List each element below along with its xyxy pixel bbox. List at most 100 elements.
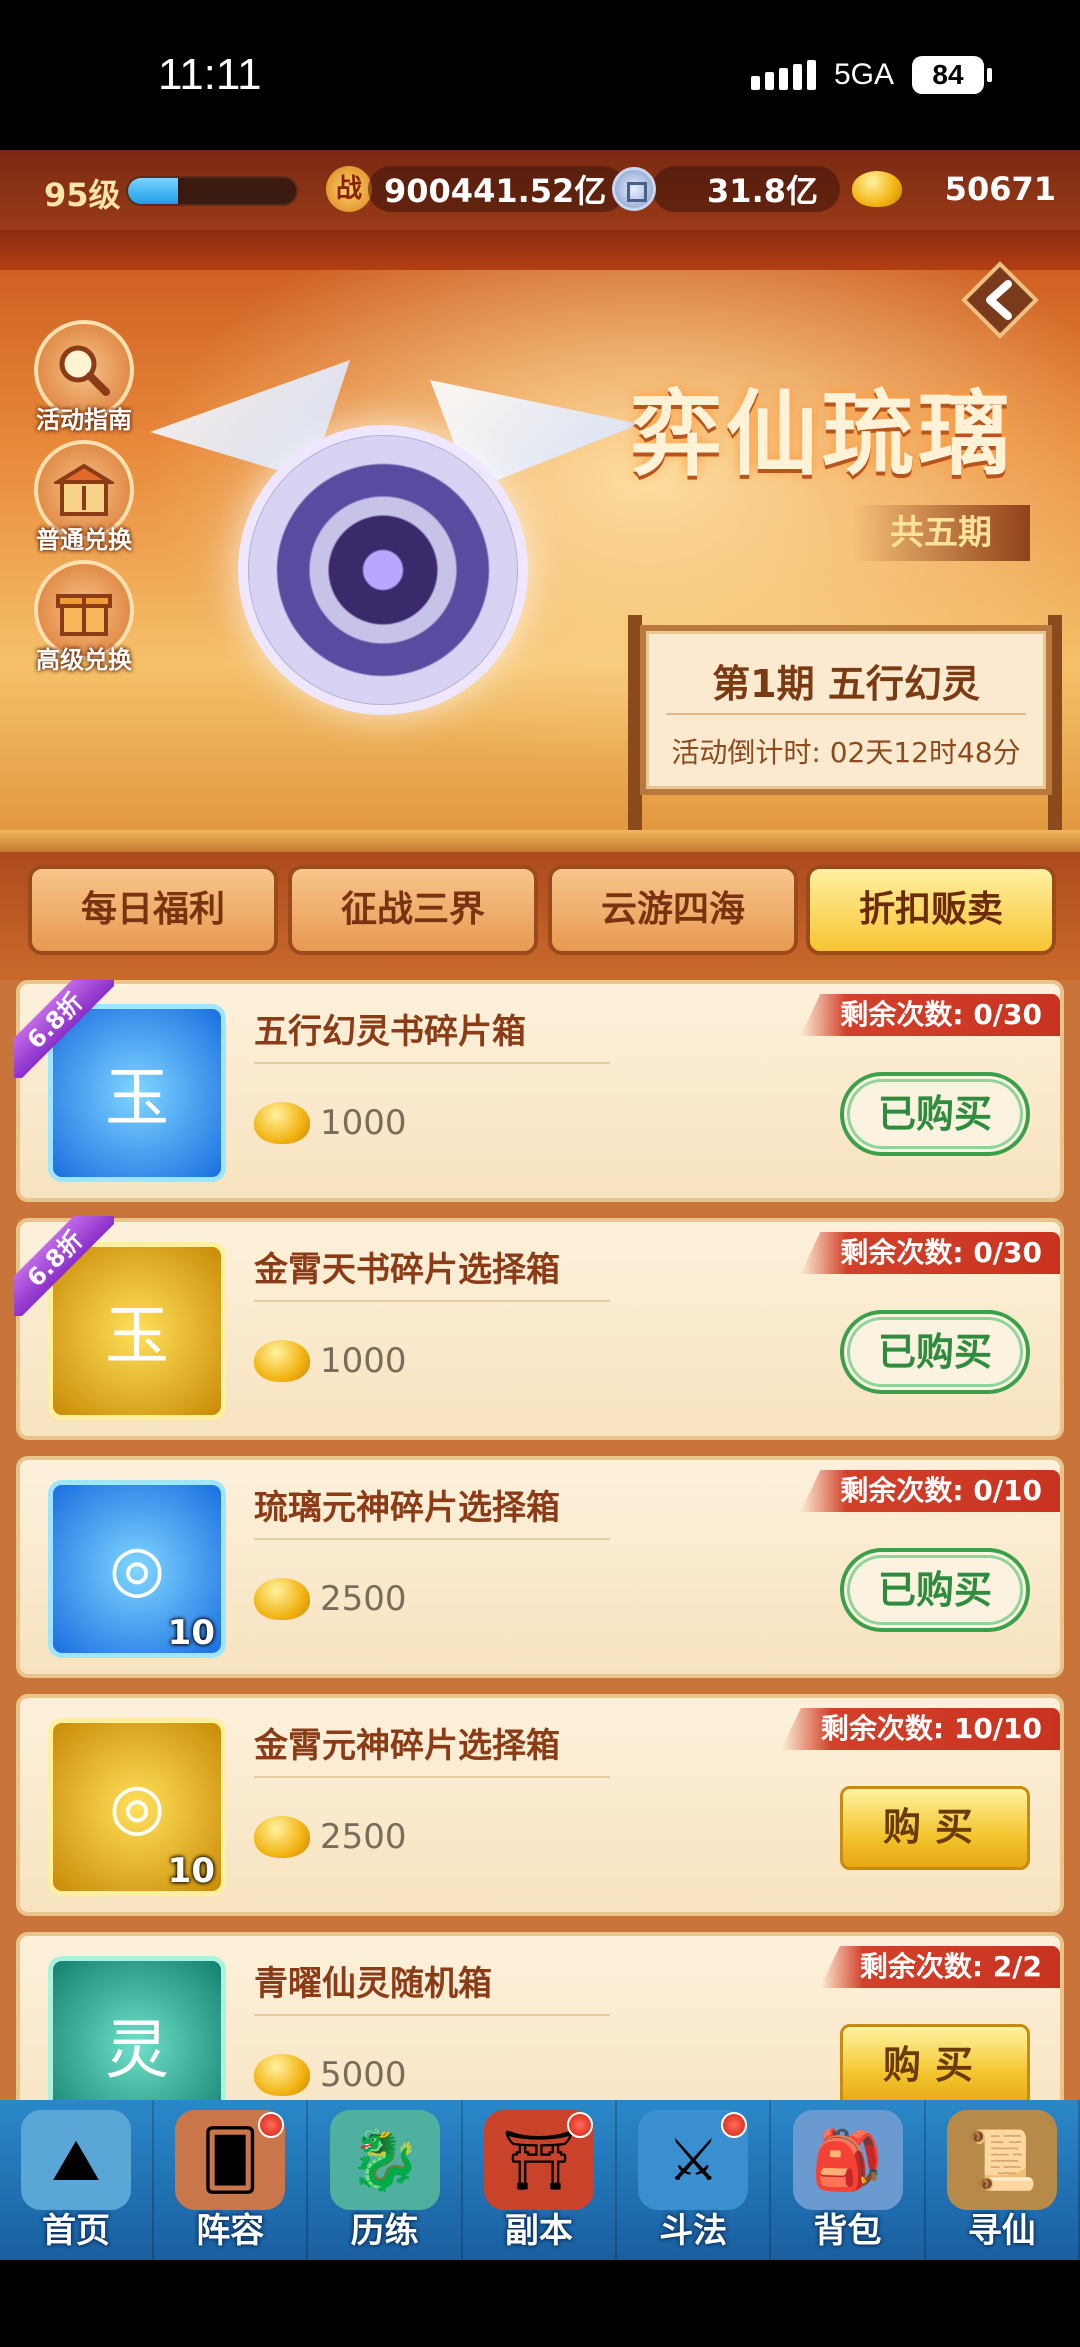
item-glyph-icon: 灵 — [105, 2014, 169, 2088]
item-name-underline — [254, 1776, 610, 1778]
item-name: 琉璃元神碎片选择箱 — [254, 1488, 560, 1528]
combat-power-value: 900441.52亿 — [384, 172, 607, 210]
nav-label: 斗法 — [659, 2211, 728, 2251]
gold-ingot-icon — [852, 171, 902, 207]
resource-bar: 95级 战 900441.52亿 31.8亿 50671 — [0, 150, 1080, 230]
shop-item-card: ◎ 10 金霄元神碎片选择箱 2500 剩余次数: 10/10 购买 — [16, 1694, 1064, 1916]
item-glyph-icon: 玉 — [105, 1300, 169, 1374]
purchased-button[interactable]: 已购买 — [840, 1548, 1030, 1632]
nav-label: 背包 — [813, 2211, 882, 2251]
item-name-underline — [254, 1062, 610, 1064]
tab-travel-four-seas[interactable]: 云游四海 — [548, 865, 798, 955]
nav-label: 首页 — [42, 2211, 110, 2251]
item-price: 5000 — [254, 2054, 407, 2096]
tab-rail — [0, 830, 1080, 852]
gold-ingot-icon — [254, 1102, 310, 1144]
period-title: 第1期 五行幻灵 — [712, 662, 980, 706]
purchased-button[interactable]: 已购买 — [840, 1072, 1030, 1156]
item-thumbnail[interactable]: ◎ 10 — [48, 1718, 226, 1896]
nav-item[interactable]: ⛩ 副本 — [463, 2100, 617, 2260]
normal-exchange-button[interactable]: 普通兑换 — [28, 440, 140, 555]
xp-bar — [126, 176, 298, 206]
tab-discount-sale[interactable]: 折扣贩卖 — [806, 865, 1056, 955]
advanced-exchange-label: 高级兑换 — [36, 646, 132, 674]
event-subtitle: 共五期 — [852, 505, 1030, 561]
notice-divider — [666, 713, 1026, 715]
dragon-icon: 🐉 — [329, 2110, 440, 2210]
item-price-value: 5000 — [320, 2055, 407, 2095]
home-mountain-icon: ⛰ — [21, 2110, 131, 2210]
shop-item-card: 灵 青曜仙灵随机箱 5000 剩余次数: 2/2 购买 — [16, 1932, 1064, 2100]
item-glyph-icon: ◎ — [109, 1532, 165, 1606]
item-glyph-icon: ◎ — [109, 1770, 165, 1844]
event-banner: 弈仙琉璃 共五期 活动指南 普通兑换 高级兑换 第1期 五行幻灵 活动倒计时: … — [0, 230, 1080, 850]
remaining-count: 剩余次数: 2/2 — [819, 1946, 1060, 1988]
discount-label: 6.8折 — [14, 1216, 114, 1316]
system-nav-area — [0, 2260, 1080, 2347]
signal-icon — [750, 60, 816, 90]
item-name: 五行幻灵书碎片箱 — [254, 1012, 526, 1052]
battery-icon: 84 — [912, 56, 992, 94]
normal-exchange-label: 普通兑换 — [36, 526, 132, 554]
status-bar: 11:11 5GA 84 — [0, 0, 1080, 150]
nav-label: 寻仙 — [967, 2211, 1036, 2251]
combat-icon: 战 — [326, 166, 372, 212]
item-thumbnail[interactable]: 灵 — [48, 1956, 226, 2100]
gold-ingot-icon — [254, 1578, 310, 1620]
silver-coin-icon — [612, 167, 656, 211]
tab-daily-welfare[interactable]: 每日福利 — [28, 865, 278, 955]
status-indicators: 5GA 84 — [750, 56, 992, 94]
item-name-underline — [254, 1300, 610, 1302]
item-name-underline — [254, 2014, 610, 2016]
discount-ribbon: 6.8折 — [14, 980, 114, 1078]
purchased-button[interactable]: 已购买 — [840, 1310, 1030, 1394]
nav-label: 副本 — [504, 2211, 573, 2251]
bag-icon: 🎒 — [792, 2110, 903, 2210]
status-time: 11:11 — [158, 50, 262, 99]
item-list[interactable]: 玉 6.8折 五行幻灵书碎片箱 1000 剩余次数: 0/30 已购买 玉 6.… — [0, 980, 1080, 2100]
remaining-count: 剩余次数: 0/10 — [800, 1470, 1060, 1512]
shop-item-card: 玉 6.8折 五行幻灵书碎片箱 1000 剩余次数: 0/30 已购买 — [14, 980, 1064, 1202]
countdown-text: 活动倒计时: 02天12时48分 — [671, 736, 1021, 769]
buy-button[interactable]: 购买 — [840, 1786, 1030, 1870]
nav-label: 阵容 — [196, 2211, 265, 2251]
remaining-count: 剩余次数: 0/30 — [800, 994, 1060, 1036]
silver-currency[interactable]: 31.8亿 — [612, 164, 840, 214]
item-price: 2500 — [254, 1816, 407, 1858]
network-type: 5GA — [833, 58, 894, 91]
nav-item[interactable]: ⛰ 首页 — [0, 2100, 154, 2260]
item-thumbnail[interactable]: ◎ 10 — [48, 1480, 226, 1658]
back-arrow-icon[interactable] — [960, 260, 1040, 340]
banner-top-trim — [0, 230, 1080, 270]
activity-guide-label: 活动指南 — [36, 406, 132, 434]
buy-button[interactable]: 购买 — [840, 2024, 1030, 2100]
shop-item-card: 玉 6.8折 金霄天书碎片选择箱 1000 剩余次数: 0/30 已购买 — [14, 1216, 1064, 1440]
activity-guide-button[interactable]: 活动指南 — [28, 320, 140, 435]
xp-fill — [128, 178, 179, 204]
nav-item[interactable]: 📜 寻仙 — [926, 2100, 1080, 2260]
scroll-icon: 📜 — [946, 2110, 1057, 2210]
item-quantity: 10 — [167, 1613, 215, 1653]
nav-item[interactable]: ⚔ 斗法 — [617, 2100, 772, 2260]
nav-item[interactable]: 🂠 阵容 — [154, 2100, 309, 2260]
item-price: 1000 — [254, 1102, 407, 1144]
nav-item[interactable]: 🐉 历练 — [309, 2100, 463, 2260]
item-name: 金霄元神碎片选择箱 — [254, 1726, 560, 1766]
gold-currency[interactable]: 50671 — [852, 164, 1068, 214]
item-price-value: 2500 — [320, 1579, 407, 1619]
bottom-nav: ⛰ 首页 🂠 阵容 🐉 历练 ⛩ 副本 ⚔ 斗法 🎒 背包 📜 寻仙 — [0, 2100, 1080, 2260]
item-price: 1000 — [254, 1340, 407, 1382]
gold-ingot-icon — [254, 1340, 310, 1382]
nav-label: 历练 — [350, 2211, 419, 2251]
silver-value: 31.8亿 — [707, 172, 818, 210]
gold-ingot-icon — [254, 2054, 310, 2096]
combat-power: 战 900441.52亿 — [326, 164, 627, 214]
gold-ingot-icon — [254, 1816, 310, 1858]
tab-conquer-three-realms[interactable]: 征战三界 — [288, 865, 538, 955]
item-name-underline — [254, 1538, 610, 1540]
remaining-count: 剩余次数: 10/10 — [780, 1708, 1060, 1750]
advanced-exchange-button[interactable]: 高级兑换 — [28, 560, 140, 675]
notification-dot — [566, 2112, 593, 2138]
notification-dot — [721, 2112, 748, 2138]
nav-item[interactable]: 🎒 背包 — [772, 2100, 926, 2260]
